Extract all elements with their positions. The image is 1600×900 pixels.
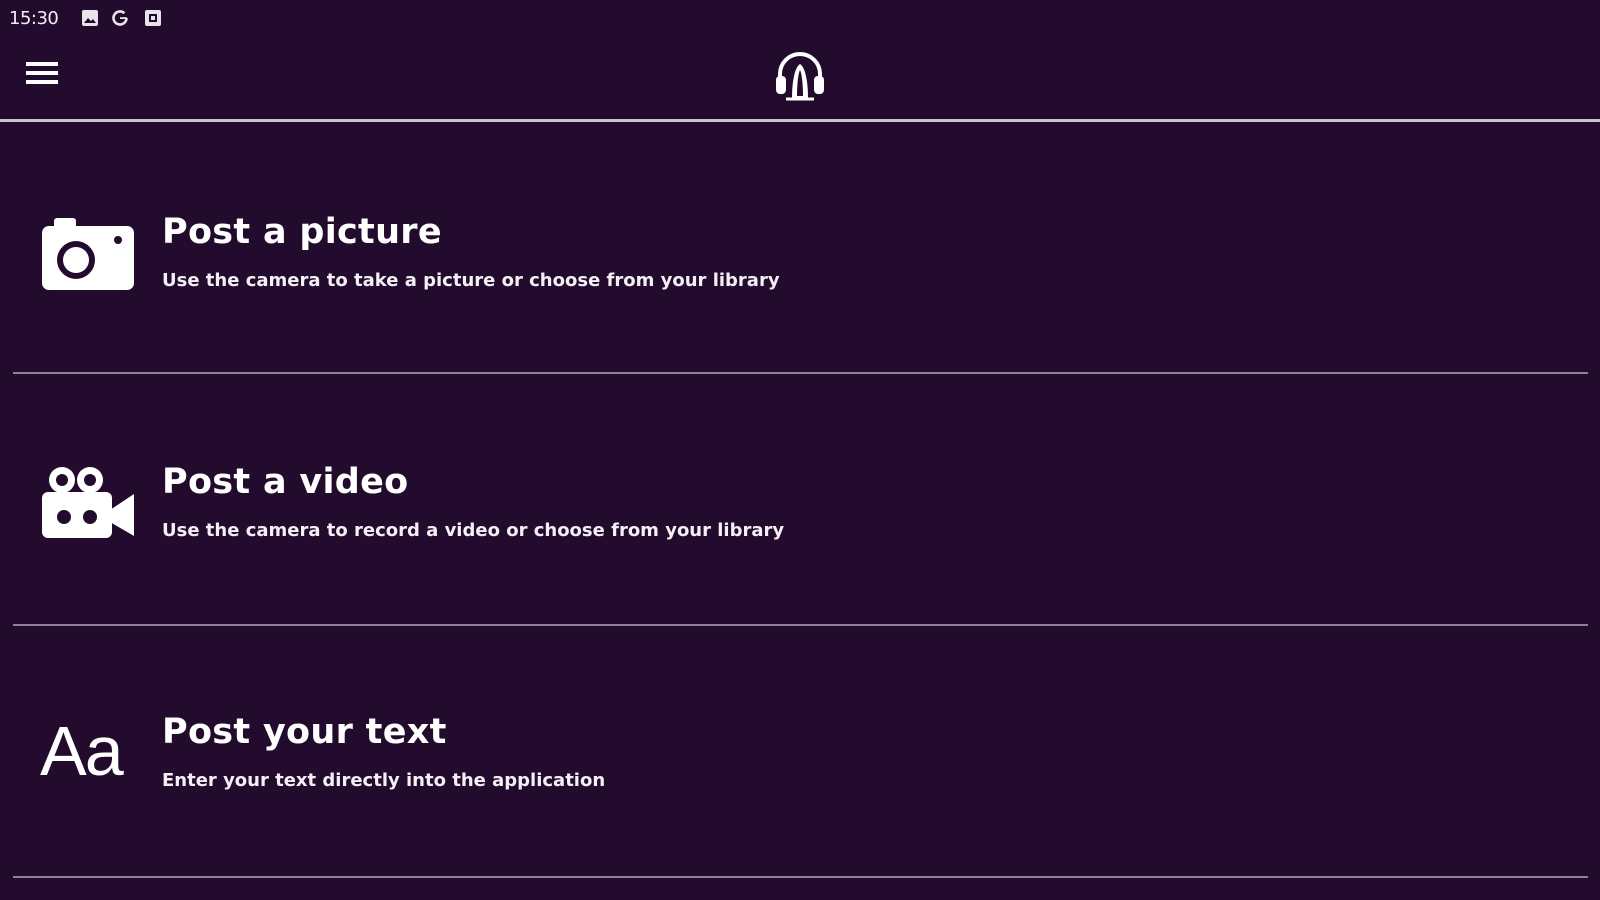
post-picture-subtitle: Use the camera to take a picture or choo…	[162, 270, 780, 291]
post-text-subtitle: Enter your text directly into the applic…	[162, 770, 606, 791]
post-video-item[interactable]: Post a video Use the camera to record a …	[0, 374, 1600, 626]
post-picture-item[interactable]: Post a picture Use the camera to take a …	[0, 122, 1600, 374]
post-video-title: Post a video	[162, 462, 409, 502]
post-picture-title: Post a picture	[162, 212, 442, 252]
camera-icon	[42, 218, 134, 290]
menu-button[interactable]	[20, 56, 64, 92]
status-bar: 15:30	[0, 0, 1600, 36]
post-text-item[interactable]: Aa Post your text Enter your text direct…	[0, 626, 1600, 878]
post-text-title: Post your text	[162, 712, 447, 752]
hamburger-menu-icon	[26, 62, 58, 84]
notification-box-icon	[145, 10, 161, 26]
app-screen: 15:30 Post a picture Use the camera to t…	[0, 0, 1600, 900]
google-icon	[112, 10, 128, 26]
post-options-list: Post a picture Use the camera to take a …	[0, 122, 1600, 878]
status-time: 15:30	[9, 8, 59, 29]
post-video-subtitle: Use the camera to record a video or choo…	[162, 520, 785, 541]
text-aa-icon: Aa	[40, 712, 124, 790]
list-divider	[13, 876, 1588, 878]
image-icon	[82, 10, 98, 26]
headphones-logo-icon	[776, 52, 824, 101]
top-app-bar	[0, 36, 1600, 120]
video-camera-icon	[42, 467, 134, 538]
